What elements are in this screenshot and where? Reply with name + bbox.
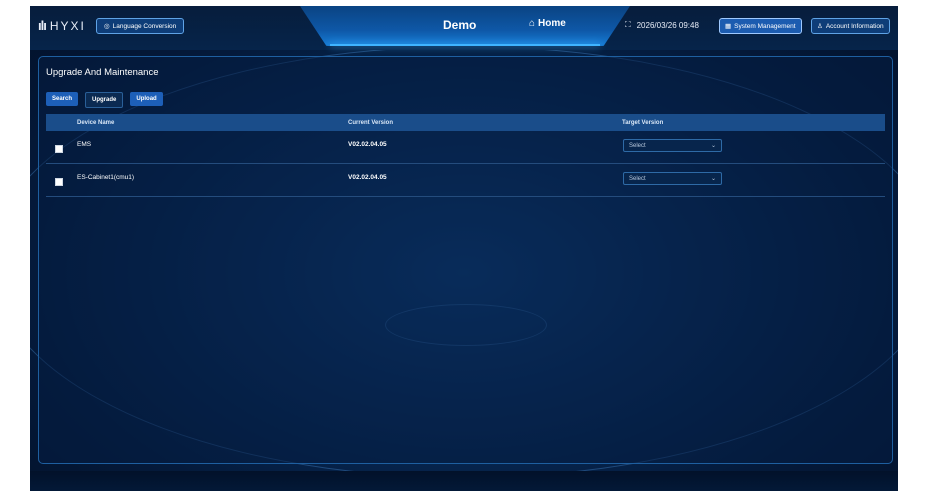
table-row: ES-Cabinet1(cmu1) V02.02.04.05 Select ⌄ (46, 164, 885, 197)
logo-text: HYXI (49, 18, 86, 33)
target-version-select[interactable]: Select ⌄ (623, 172, 722, 185)
upgrade-button[interactable]: Upgrade (85, 92, 124, 108)
device-name-cell: ES-Cabinet1(cmu1) (77, 174, 135, 181)
device-name-cell: EMS (77, 141, 92, 148)
panel-title: Upgrade And Maintenance (46, 67, 159, 78)
account-information-button[interactable]: ♙ Account Information (811, 18, 890, 34)
language-conversion-label: Language Conversion (112, 22, 177, 30)
bottom-strip (30, 471, 898, 491)
table-row: EMS V02.02.04.05 Select ⌄ (46, 131, 885, 164)
search-button[interactable]: Search (46, 92, 79, 106)
home-link[interactable]: ⌂ Home (529, 18, 566, 29)
column-current-version: Current Version (348, 119, 394, 126)
row-checkbox[interactable] (55, 145, 63, 153)
upload-button[interactable]: Upload (130, 92, 163, 106)
datetime-display: ⛶ 2026/03/26 09:48 (625, 20, 699, 30)
table-header: Device Name Current Version Target Versi… (46, 114, 885, 131)
action-bar: Search Upgrade Upload (46, 92, 163, 108)
device-table: Device Name Current Version Target Versi… (46, 114, 885, 197)
language-conversion-button[interactable]: ◎ Language Conversion (96, 18, 185, 34)
upgrade-maintenance-panel: Upgrade And Maintenance Search Upgrade U… (38, 56, 893, 464)
chevron-down-icon: ⌄ (710, 176, 716, 182)
system-management-label: System Management (734, 22, 796, 30)
column-device-name: Device Name (77, 119, 115, 126)
logo-icon: ılı (38, 18, 47, 33)
header-glow-line (330, 44, 600, 46)
home-icon: ⌂ (529, 18, 536, 29)
current-version-cell: V02.02.04.05 (348, 141, 387, 148)
datetime-text: 2026/03/26 09:48 (636, 20, 699, 30)
select-placeholder: Select (629, 142, 646, 149)
page-title: Demo (443, 18, 477, 32)
fullscreen-icon[interactable]: ⛶ (625, 20, 631, 30)
user-icon: ♙ (817, 23, 823, 30)
logo: ılı HYXI (38, 18, 86, 33)
top-bar: ılı HYXI ◎ Language Conversion Demo ⌂ Ho… (30, 6, 898, 50)
target-version-select[interactable]: Select ⌄ (623, 139, 722, 152)
chevron-down-icon: ⌄ (710, 143, 716, 149)
globe-icon: ◎ (104, 23, 110, 30)
home-label: Home (538, 18, 566, 29)
current-version-cell: V02.02.04.05 (348, 174, 387, 181)
select-placeholder: Select (629, 175, 646, 182)
row-checkbox[interactable] (55, 178, 63, 186)
grid-icon: ▦ (725, 23, 732, 30)
column-target-version: Target Version (622, 119, 664, 126)
app-window: ılı HYXI ◎ Language Conversion Demo ⌂ Ho… (30, 6, 898, 491)
system-management-button[interactable]: ▦ System Management (719, 18, 802, 34)
account-information-label: Account Information (825, 22, 884, 30)
